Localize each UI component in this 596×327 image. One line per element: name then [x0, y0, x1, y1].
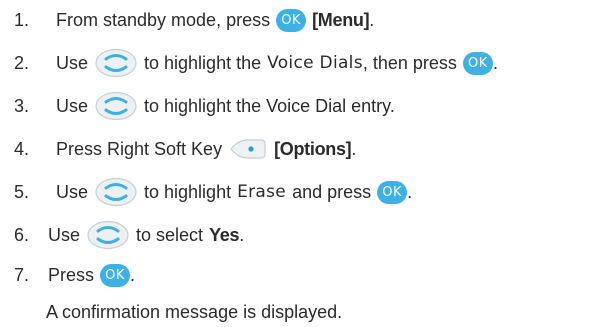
step-text: to highlight the Voice Dial entry. [144, 95, 395, 116]
ok-key-icon: OK [100, 263, 131, 287]
step-number: 1. [14, 9, 30, 30]
step-number: 7. [14, 264, 30, 285]
step-text: . [492, 52, 498, 73]
step-text: . [351, 138, 357, 159]
step-text: to highlight [144, 181, 232, 202]
navigation-key-icon [95, 177, 137, 207]
step-6: 6. Use to select Yes. [14, 220, 244, 250]
step-text: to highlight the [144, 52, 262, 73]
step-2: 2. Use to highlight the Voice Dials, then p… [14, 48, 498, 78]
step-1: 1. From standby mode, press OK [Menu]. [14, 5, 374, 35]
key-label: [Menu] [312, 9, 370, 30]
step-text: . [130, 264, 136, 285]
navigation-key-icon [95, 91, 137, 121]
menu-item-label: Erase [237, 182, 287, 202]
step-text: . [239, 224, 245, 245]
confirmation-note: A confirmation message is displayed. [46, 301, 343, 322]
step-text: Use [56, 95, 89, 116]
step-4: 4. Press Right Soft Key [Options]. [14, 134, 356, 164]
key-label: Yes [209, 224, 240, 245]
step-text: , then press [362, 52, 457, 73]
step-text: . [407, 181, 413, 202]
step-text: Use [56, 52, 89, 73]
step-text: Use [56, 181, 89, 202]
step-number: 4. [14, 138, 30, 159]
step-number: 3. [14, 95, 30, 116]
navigation-key-icon [87, 220, 129, 250]
step-text: and press [292, 181, 372, 202]
step-number: 6. [14, 224, 30, 245]
ok-key-icon: OK [377, 180, 408, 204]
right-soft-key-icon [230, 139, 266, 159]
step-3: 3. Use to highlight the Voice Dial entry. [14, 91, 395, 121]
ok-key-icon: OK [462, 51, 493, 75]
ok-key-icon: OK [276, 8, 307, 32]
step-text: . [369, 9, 375, 30]
step-text: Press Right Soft Key [56, 138, 223, 159]
step-text: Use [48, 224, 81, 245]
step-text: From standby mode, press [56, 9, 271, 30]
navigation-key-icon [95, 48, 137, 78]
step-number: 2. [14, 52, 30, 73]
key-label: [Options] [274, 138, 352, 159]
step-7: 7. Press OK. [14, 260, 135, 290]
step-5: 5. Use to highlight Erase and press OK. [14, 177, 412, 207]
step-text: Press [48, 264, 95, 285]
step-number: 5. [14, 181, 30, 202]
step-text: to select [136, 224, 204, 245]
menu-item-label: Voice Dials [267, 53, 363, 73]
